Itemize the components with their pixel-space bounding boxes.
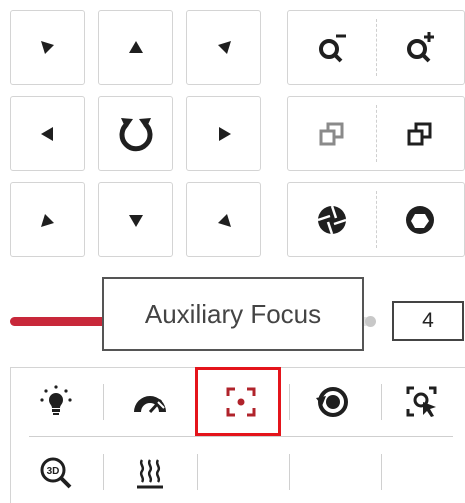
toolbar-row-divider — [29, 436, 453, 437]
svg-text:3D: 3D — [47, 466, 60, 477]
focus-far-icon — [407, 122, 432, 145]
toolbar-divider — [197, 454, 198, 490]
arrow-up-icon — [128, 40, 143, 53]
arrow-down-icon — [128, 214, 143, 227]
lens-initialization-icon — [316, 387, 348, 417]
iris-close-icon — [317, 205, 347, 234]
heater-button[interactable] — [105, 448, 195, 498]
lens-initialization-button[interactable] — [287, 377, 377, 427]
arrow-down-left-icon — [40, 213, 54, 227]
pan-down-right-button[interactable] — [186, 182, 261, 257]
zoom-out-button[interactable] — [288, 11, 376, 84]
selected-tool-highlight — [195, 367, 281, 436]
focus-far-button[interactable] — [376, 97, 464, 170]
focus-control — [287, 96, 465, 171]
speed-value: 4 — [422, 309, 434, 332]
tooltip-text: Auxiliary Focus — [144, 298, 322, 329]
pan-right-button[interactable] — [186, 96, 261, 171]
speed-slider-fill — [10, 317, 108, 326]
pan-up-right-button[interactable] — [186, 10, 261, 85]
toolbar-divider — [103, 384, 104, 420]
light-icon — [40, 385, 72, 415]
zoom-in-button[interactable] — [376, 11, 464, 84]
tooltip: Auxiliary Focus — [102, 277, 364, 351]
iris-control — [287, 182, 465, 257]
speed-slider-handle[interactable] — [365, 316, 376, 327]
arrow-right-icon — [218, 126, 231, 141]
pan-down-left-button[interactable] — [10, 182, 85, 257]
wiper-icon — [134, 396, 166, 414]
3d-zoom-icon: 3D — [40, 457, 72, 489]
zoom-control — [287, 10, 465, 85]
manual-tracking-button[interactable] — [377, 377, 465, 427]
3d-zoom-button[interactable]: 3D — [11, 448, 101, 498]
focus-near-icon — [319, 122, 344, 145]
auto-rotate-icon — [119, 117, 152, 151]
pan-up-button[interactable] — [98, 10, 173, 85]
zoom-in-icon — [407, 31, 434, 62]
zoom-out-icon — [319, 34, 346, 62]
arrow-left-icon — [40, 126, 53, 141]
heater-icon — [137, 459, 163, 489]
focus-near-button[interactable] — [288, 97, 376, 170]
iris-close-button[interactable] — [288, 183, 376, 256]
toolbar-divider — [381, 454, 382, 490]
wiper-button[interactable] — [105, 377, 195, 427]
pan-up-left-button[interactable] — [10, 10, 85, 85]
toolbar-divider — [103, 454, 104, 490]
manual-tracking-icon — [406, 386, 437, 417]
arrow-down-right-icon — [217, 213, 231, 227]
arrow-up-left-icon — [40, 40, 54, 54]
light-button[interactable] — [11, 377, 101, 427]
arrow-up-right-icon — [217, 40, 231, 54]
pan-down-button[interactable] — [98, 182, 173, 257]
toolbar-divider — [289, 454, 290, 490]
auto-rotate-button[interactable] — [98, 96, 173, 171]
pan-left-button[interactable] — [10, 96, 85, 171]
iris-open-button[interactable] — [376, 183, 464, 256]
speed-value-field[interactable]: 4 — [392, 301, 464, 341]
iris-open-icon — [406, 205, 434, 234]
